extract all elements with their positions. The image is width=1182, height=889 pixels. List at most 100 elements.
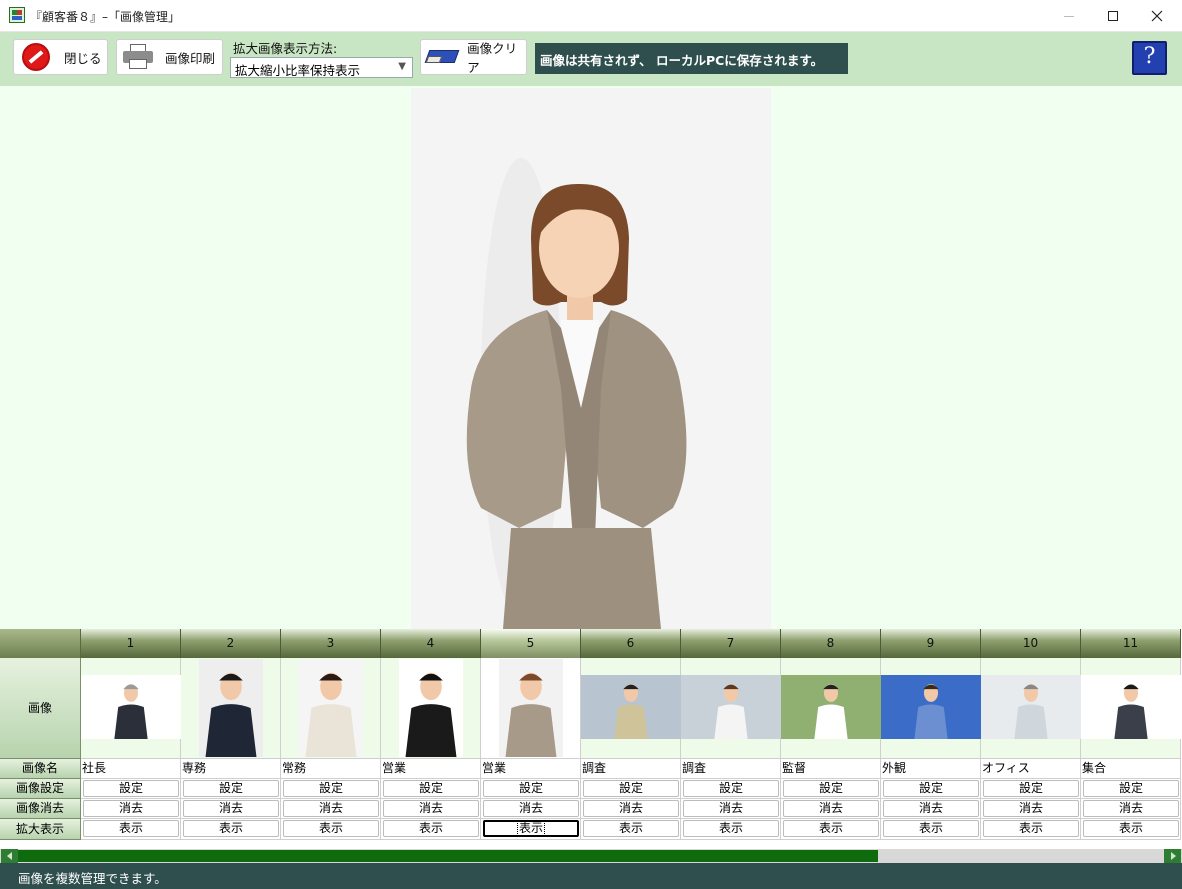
scroll-right-icon[interactable] <box>1164 849 1181 863</box>
set-button[interactable]: 設定 <box>583 780 679 797</box>
image-cell-2[interactable] <box>181 658 281 759</box>
zoom-button[interactable]: 表示 <box>183 820 279 837</box>
image-name-cell[interactable]: オフィス <box>981 759 1081 779</box>
column-header-8[interactable]: 8 <box>781 629 881 658</box>
zoom-button-label: 表示 <box>1018 821 1043 835</box>
delete-button[interactable]: 消去 <box>83 800 179 817</box>
delete-button[interactable]: 消去 <box>283 800 379 817</box>
delete-button-label: 消去 <box>918 801 943 815</box>
image-cell-9[interactable] <box>881 658 981 759</box>
delete-button[interactable]: 消去 <box>483 800 579 817</box>
scroll-left-icon[interactable] <box>1 849 18 863</box>
image-name-cell[interactable]: 外観 <box>881 759 981 779</box>
image-cell-11[interactable] <box>1081 658 1181 759</box>
print-button-label: 画像印刷 <box>165 50 216 66</box>
zoom-button[interactable]: 表示 <box>283 820 379 837</box>
image-cell-7[interactable] <box>681 658 781 759</box>
image-name-cell[interactable]: 専務 <box>181 759 281 779</box>
set-button[interactable]: 設定 <box>83 780 179 797</box>
column-header-3[interactable]: 3 <box>281 629 381 658</box>
zoom-button[interactable]: 表示 <box>383 820 479 837</box>
close-button[interactable]: 閉じる <box>13 39 108 75</box>
set-button[interactable]: 設定 <box>983 780 1079 797</box>
image-cell-5[interactable] <box>481 658 581 759</box>
chevron-down-icon: ▼ <box>398 61 406 72</box>
image-name-cell[interactable]: 営業 <box>381 759 481 779</box>
column-header-11[interactable]: 11 <box>1081 629 1181 658</box>
image-name-cell[interactable]: 調査 <box>581 759 681 779</box>
zoom-button[interactable]: 表示 <box>683 820 779 837</box>
printer-icon <box>123 44 153 70</box>
image-thumbnail <box>881 675 981 739</box>
image-name-cell[interactable]: 社長 <box>81 759 181 779</box>
image-cell-6[interactable] <box>581 658 681 759</box>
set-button[interactable]: 設定 <box>283 780 379 797</box>
delete-button[interactable]: 消去 <box>983 800 1079 817</box>
set-button[interactable]: 設定 <box>883 780 979 797</box>
portrait-illustration <box>411 88 771 629</box>
image-name-cell[interactable]: 調査 <box>681 759 781 779</box>
image-cell-8[interactable] <box>781 658 881 759</box>
column-header-6[interactable]: 6 <box>581 629 681 658</box>
image-name-cell[interactable]: 営業 <box>481 759 581 779</box>
maximize-button[interactable] <box>1090 0 1136 32</box>
delete-button[interactable]: 消去 <box>883 800 979 817</box>
set-button-label: 設定 <box>1118 781 1143 795</box>
delete-cell-6: 消去 <box>581 799 681 819</box>
set-button[interactable]: 設定 <box>683 780 779 797</box>
delete-button[interactable]: 消去 <box>583 800 679 817</box>
row-label-zoom: 拡大表示 <box>0 819 81 840</box>
zoom-button-label: 表示 <box>118 821 143 835</box>
set-button[interactable]: 設定 <box>483 780 579 797</box>
zoom-button[interactable]: 表示 <box>583 820 679 837</box>
column-header-10[interactable]: 10 <box>981 629 1081 658</box>
toolbar: 閉じる 画像印刷 拡大画像表示方法: 拡大縮小比率保持表示 ▼ 画像クリア 画像… <box>0 32 1182 86</box>
delete-cell-5: 消去 <box>481 799 581 819</box>
scrollbar-thumb[interactable] <box>18 850 878 862</box>
column-header-1[interactable]: 1 <box>81 629 181 658</box>
image-thumbnail <box>499 659 563 757</box>
zoom-button[interactable]: 表示 <box>483 820 579 837</box>
set-button-label: 設定 <box>818 781 843 795</box>
column-header-4[interactable]: 4 <box>381 629 481 658</box>
image-name-cell[interactable]: 常務 <box>281 759 381 779</box>
column-header-5[interactable]: 5 <box>481 629 581 658</box>
set-button[interactable]: 設定 <box>783 780 879 797</box>
set-cell-1: 設定 <box>81 779 181 799</box>
set-button[interactable]: 設定 <box>383 780 479 797</box>
column-header-2[interactable]: 2 <box>181 629 281 658</box>
minimize-button[interactable] <box>1046 0 1092 32</box>
zoom-button-label: 表示 <box>218 821 243 835</box>
help-button[interactable]: ? <box>1132 41 1167 75</box>
set-button[interactable]: 設定 <box>183 780 279 797</box>
print-image-button[interactable]: 画像印刷 <box>116 39 223 75</box>
image-name-cell[interactable]: 集合 <box>1081 759 1181 779</box>
image-cell-1[interactable] <box>81 658 181 759</box>
delete-button[interactable]: 消去 <box>683 800 779 817</box>
column-header-9[interactable]: 9 <box>881 629 981 658</box>
delete-button[interactable]: 消去 <box>1083 800 1179 817</box>
delete-button-label: 消去 <box>1118 801 1143 815</box>
delete-button[interactable]: 消去 <box>783 800 879 817</box>
set-button[interactable]: 設定 <box>1083 780 1179 797</box>
storage-notice: 画像は共有されず、 ローカルPCに保存されます。 <box>535 43 848 74</box>
set-button-label: 設定 <box>518 781 543 795</box>
image-cell-10[interactable] <box>981 658 1081 759</box>
zoom-button[interactable]: 表示 <box>983 820 1079 837</box>
image-cell-4[interactable] <box>381 658 481 759</box>
column-header-7[interactable]: 7 <box>681 629 781 658</box>
clear-image-button[interactable]: 画像クリア <box>420 39 527 75</box>
zoom-button[interactable]: 表示 <box>1083 820 1179 837</box>
delete-button[interactable]: 消去 <box>183 800 279 817</box>
zoom-button[interactable]: 表示 <box>83 820 179 837</box>
window-close-button[interactable] <box>1134 0 1180 32</box>
delete-button[interactable]: 消去 <box>383 800 479 817</box>
horizontal-scrollbar[interactable] <box>0 849 1182 863</box>
set-cell-2: 設定 <box>181 779 281 799</box>
display-mode-select[interactable]: 拡大縮小比率保持表示 ▼ <box>230 57 413 78</box>
zoom-button[interactable]: 表示 <box>883 820 979 837</box>
image-name-cell[interactable]: 監督 <box>781 759 881 779</box>
set-button-label: 設定 <box>118 781 143 795</box>
image-cell-3[interactable] <box>281 658 381 759</box>
zoom-button[interactable]: 表示 <box>783 820 879 837</box>
